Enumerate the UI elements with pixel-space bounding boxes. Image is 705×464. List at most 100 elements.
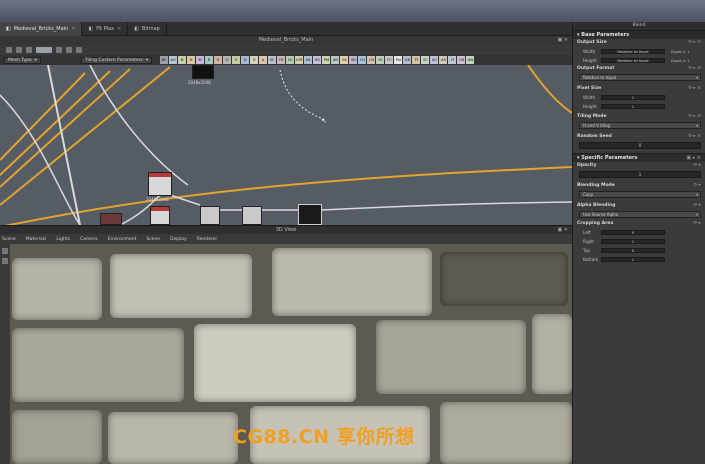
tab-medieval-bricks-main[interactable]: ◧ Medieval_Bricks_Main ✕ (0, 22, 83, 36)
channel-chip[interactable]: BC (160, 56, 169, 64)
channel-chip[interactable]: PM (322, 56, 331, 64)
layout-icon[interactable] (6, 47, 12, 53)
crop-slider[interactable]: 0 (601, 230, 665, 235)
channel-chip[interactable]: O (223, 56, 232, 64)
crop-label: Right (583, 239, 595, 244)
parameter-options-icon[interactable]: ⟳ ▸ (694, 162, 701, 170)
parameter-options-icon[interactable]: ⟳ ▸ ≡ (688, 113, 701, 121)
graph-node-input[interactable] (100, 213, 122, 225)
alpha-blending-select[interactable]: Use Source Alpha (579, 211, 701, 218)
base-parameters-section[interactable]: ▾ Base Parameters (573, 30, 705, 39)
crop-value: 1 (631, 239, 635, 244)
channel-chip[interactable]: AC (430, 56, 439, 64)
output-format-select[interactable]: Relative to Input (579, 74, 701, 81)
channel-chip[interactable]: GL (286, 56, 295, 64)
channel-chip[interactable]: FC (385, 56, 394, 64)
parameter-options-icon[interactable]: ⟳ ▸ ≡ (688, 85, 701, 93)
channel-chip[interactable]: TF (412, 56, 421, 64)
section-options-icon[interactable]: ▣ ▸ ≡ (686, 155, 701, 161)
parameter-options-icon[interactable]: ⟳ ▸ ≡ (688, 133, 701, 141)
close-icon[interactable]: ✕ (71, 26, 75, 32)
random-seed-field[interactable]: 0 (579, 142, 701, 149)
channel-chip[interactable]: IOR (295, 56, 304, 64)
frame-icon[interactable] (26, 47, 32, 53)
parameter-options-icon[interactable]: ⟳ ▸ ≡ (688, 39, 701, 47)
channel-chip[interactable]: E (214, 56, 223, 64)
close-icon[interactable]: ✕ (117, 26, 121, 32)
crop-slider[interactable]: 1 (601, 239, 665, 244)
menu-item-display[interactable]: Display (170, 237, 187, 242)
channel-chip[interactable]: LT (448, 56, 457, 64)
random-seed-label: Random Seed ⟳ ▸ ≡ (577, 133, 701, 141)
3d-view-title: 3D View (275, 227, 297, 233)
graph-node-height[interactable] (242, 206, 262, 225)
channel-chip[interactable]: TR (277, 56, 286, 64)
channel-chip[interactable]: AO (169, 56, 178, 64)
align-icon[interactable] (16, 47, 22, 53)
channel-chip[interactable]: N (178, 56, 187, 64)
graph-node-levels[interactable] (150, 206, 170, 225)
channel-chip[interactable]: Pre (394, 56, 403, 64)
channel-chip[interactable]: AN (466, 56, 475, 64)
menu-item-scene[interactable]: Scene (2, 237, 16, 242)
snap-icon[interactable] (56, 47, 62, 53)
pixel-height-slider[interactable]: 1 (601, 104, 665, 109)
height-row: Height Relative to Input Equal × 1 (583, 58, 690, 63)
parameter-options-icon[interactable]: ⟳ ▸ (694, 220, 701, 228)
channel-chip[interactable]: SC (421, 56, 430, 64)
node-graph-canvas[interactable]: 2048x2048 2048x2048 ↖ (0, 65, 572, 225)
channel-chip[interactable]: M (196, 56, 205, 64)
channel-chip[interactable]: CN (367, 56, 376, 64)
parameter-options-icon[interactable]: ⟳ ▸ (694, 202, 701, 210)
graph-connections (0, 65, 572, 225)
channel-chip[interactable]: H (187, 56, 196, 64)
channel-chip[interactable]: GR (403, 56, 412, 64)
height-slider[interactable]: Relative to Input (601, 58, 665, 63)
graph-node-normal[interactable] (200, 206, 220, 225)
channel-chip[interactable]: CO (358, 56, 367, 64)
viewport-tool-icon[interactable] (2, 248, 8, 254)
parameter-options-icon[interactable]: ⟳ ▸ ≡ (688, 65, 701, 73)
menu-item-camera[interactable]: Camera (80, 237, 98, 242)
crop-slider[interactable]: 1 (601, 257, 665, 262)
graph-node-output[interactable] (192, 65, 214, 79)
opacity-slider[interactable]: 1 (579, 171, 701, 178)
channel-chip[interactable]: R (205, 56, 214, 64)
viewport-tool-icon[interactable] (2, 258, 8, 264)
channel-chip[interactable]: ML (304, 56, 313, 64)
panel-window-controls[interactable]: ▣ ✕ (557, 36, 568, 45)
pixel-width-slider[interactable]: 1 (601, 95, 665, 100)
tiling-mode-select[interactable]: H and V tiling (579, 122, 701, 129)
channel-chip[interactable]: SC (268, 56, 277, 64)
graph-node-result[interactable] (298, 204, 322, 225)
width-slider[interactable]: Relative to Input (601, 49, 665, 54)
channel-chip[interactable]: G (250, 56, 259, 64)
graph-node-blend[interactable] (148, 172, 172, 196)
channel-chip[interactable]: AN (331, 56, 340, 64)
channel-chip[interactable]: GR (457, 56, 466, 64)
grid-icon[interactable] (66, 47, 72, 53)
tiling-parameters-dropdown[interactable]: Tiling Custom Parameters ▾ (80, 56, 153, 64)
selection-dropdown[interactable] (36, 47, 52, 53)
channel-chip[interactable]: SS (340, 56, 349, 64)
menu-item-scene[interactable]: Scene (146, 237, 160, 242)
channel-chip[interactable]: AS (439, 56, 448, 64)
channel-chip[interactable]: A (259, 56, 268, 64)
tab-bitmap[interactable]: ◧ Bitmap (128, 22, 167, 36)
channel-chip[interactable]: S (232, 56, 241, 64)
channel-chip[interactable]: D (241, 56, 250, 64)
tab-fit-max[interactable]: ◧ Fit Max ✕ (82, 22, 129, 36)
channel-chip[interactable]: SD (349, 56, 358, 64)
settings-icon[interactable] (76, 47, 82, 53)
channel-chip[interactable]: BS (313, 56, 322, 64)
menu-item-lights[interactable]: Lights (56, 237, 70, 242)
crop-slider[interactable]: 0 (601, 248, 665, 253)
specific-parameters-section[interactable]: ▾ Specific Parameters ▣ ▸ ≡ (573, 153, 705, 162)
menu-item-environment[interactable]: Environment (108, 237, 137, 242)
parameter-options-icon[interactable]: ⟳ ▸ (694, 182, 701, 190)
blending-mode-select[interactable]: Copy (579, 191, 701, 198)
channel-chip[interactable]: FE (376, 56, 385, 64)
menu-item-renderer[interactable]: Renderer (197, 237, 218, 242)
menu-item-materials[interactable]: Materials (26, 237, 47, 242)
mesh-type-dropdown[interactable]: Mesh Type ▾ (4, 56, 41, 64)
